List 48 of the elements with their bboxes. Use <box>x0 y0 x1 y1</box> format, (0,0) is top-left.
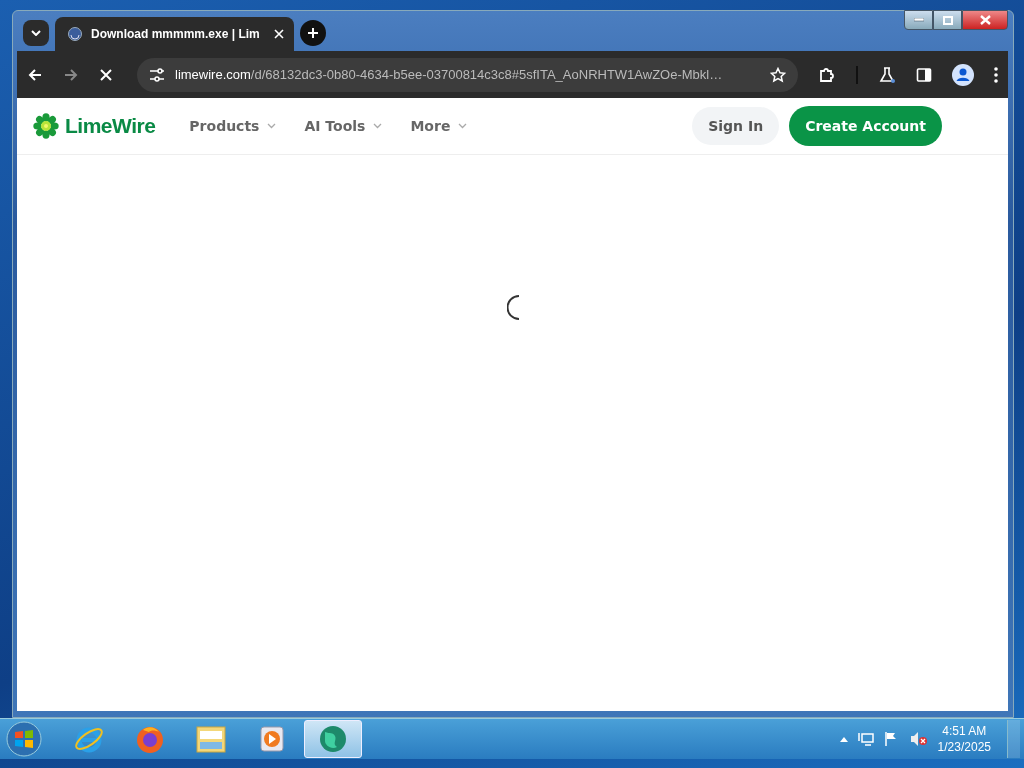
fox-browser-icon <box>135 724 165 754</box>
globe-icon <box>318 724 348 754</box>
site-settings-icon[interactable] <box>149 67 165 82</box>
nav-menu-item[interactable]: AI Tools <box>304 118 383 134</box>
close-icon <box>979 15 991 25</box>
network-icon[interactable] <box>857 731 874 747</box>
clock-date: 1/23/2025 <box>937 739 991 755</box>
url-text: limewire.com/d/68132dc3-0b80-4634-b5ee-03700814c3c8#5sfITA_AoNRHTW1AwZOe-Mbkl… <box>175 67 724 82</box>
side-panel-icon[interactable] <box>916 66 932 83</box>
plus-icon <box>306 26 319 39</box>
star-icon[interactable] <box>770 66 786 83</box>
clock-time: 4:51 AM <box>941 723 988 739</box>
nav-menu-item[interactable]: More <box>410 118 468 134</box>
create-account-button[interactable]: Create Account <box>789 106 942 146</box>
media-player-icon <box>259 725 285 753</box>
nav-menu-item[interactable]: Products <box>189 118 277 134</box>
stop-icon[interactable] <box>99 67 113 82</box>
tab-search-button[interactable] <box>23 19 49 46</box>
maximize-icon <box>942 15 953 25</box>
tray-arrow-icon[interactable] <box>839 736 848 742</box>
profile-icon[interactable] <box>952 63 974 86</box>
back-icon[interactable] <box>27 66 43 83</box>
taskbar-app-button[interactable] <box>304 720 362 758</box>
address-bar[interactable]: limewire.com/d/68132dc3-0b80-4634-b5ee-03700814c3c8#5sfITA_AoNRHTW1AwZOe-Mbkl… <box>137 57 798 92</box>
tab-title: Download mmmmm.exe | Lim <box>91 27 260 41</box>
chevron-down-icon <box>31 29 41 36</box>
chevron-down-icon <box>458 123 468 129</box>
forward-icon[interactable] <box>63 66 79 83</box>
new-tab-button[interactable] <box>299 19 326 46</box>
browser-tab[interactable]: Download mmmmm.exe | Lim <box>55 17 294 51</box>
close-icon[interactable] <box>273 29 284 39</box>
logo-text[interactable]: LimeWire <box>65 114 156 138</box>
sign-in-button[interactable]: Sign In <box>692 107 780 145</box>
minimize-button[interactable] <box>904 10 933 30</box>
chevron-down-icon <box>373 123 383 129</box>
clock[interactable]: 4:51 AM 1/23/2025 <box>937 723 991 755</box>
puzzle-icon[interactable] <box>818 65 836 84</box>
flask-icon[interactable] <box>878 65 896 84</box>
close-button[interactable] <box>962 10 1008 30</box>
chevron-down-icon <box>267 123 277 129</box>
start-button[interactable] <box>4 720 44 758</box>
logo-icon <box>33 113 59 139</box>
speaker-muted-icon[interactable] <box>909 731 928 747</box>
globe-icon <box>67 26 83 42</box>
folder-icon <box>195 724 227 754</box>
maximize-button[interactable] <box>933 10 962 30</box>
menu-icon[interactable] <box>994 66 998 83</box>
minimize-icon <box>913 18 924 22</box>
